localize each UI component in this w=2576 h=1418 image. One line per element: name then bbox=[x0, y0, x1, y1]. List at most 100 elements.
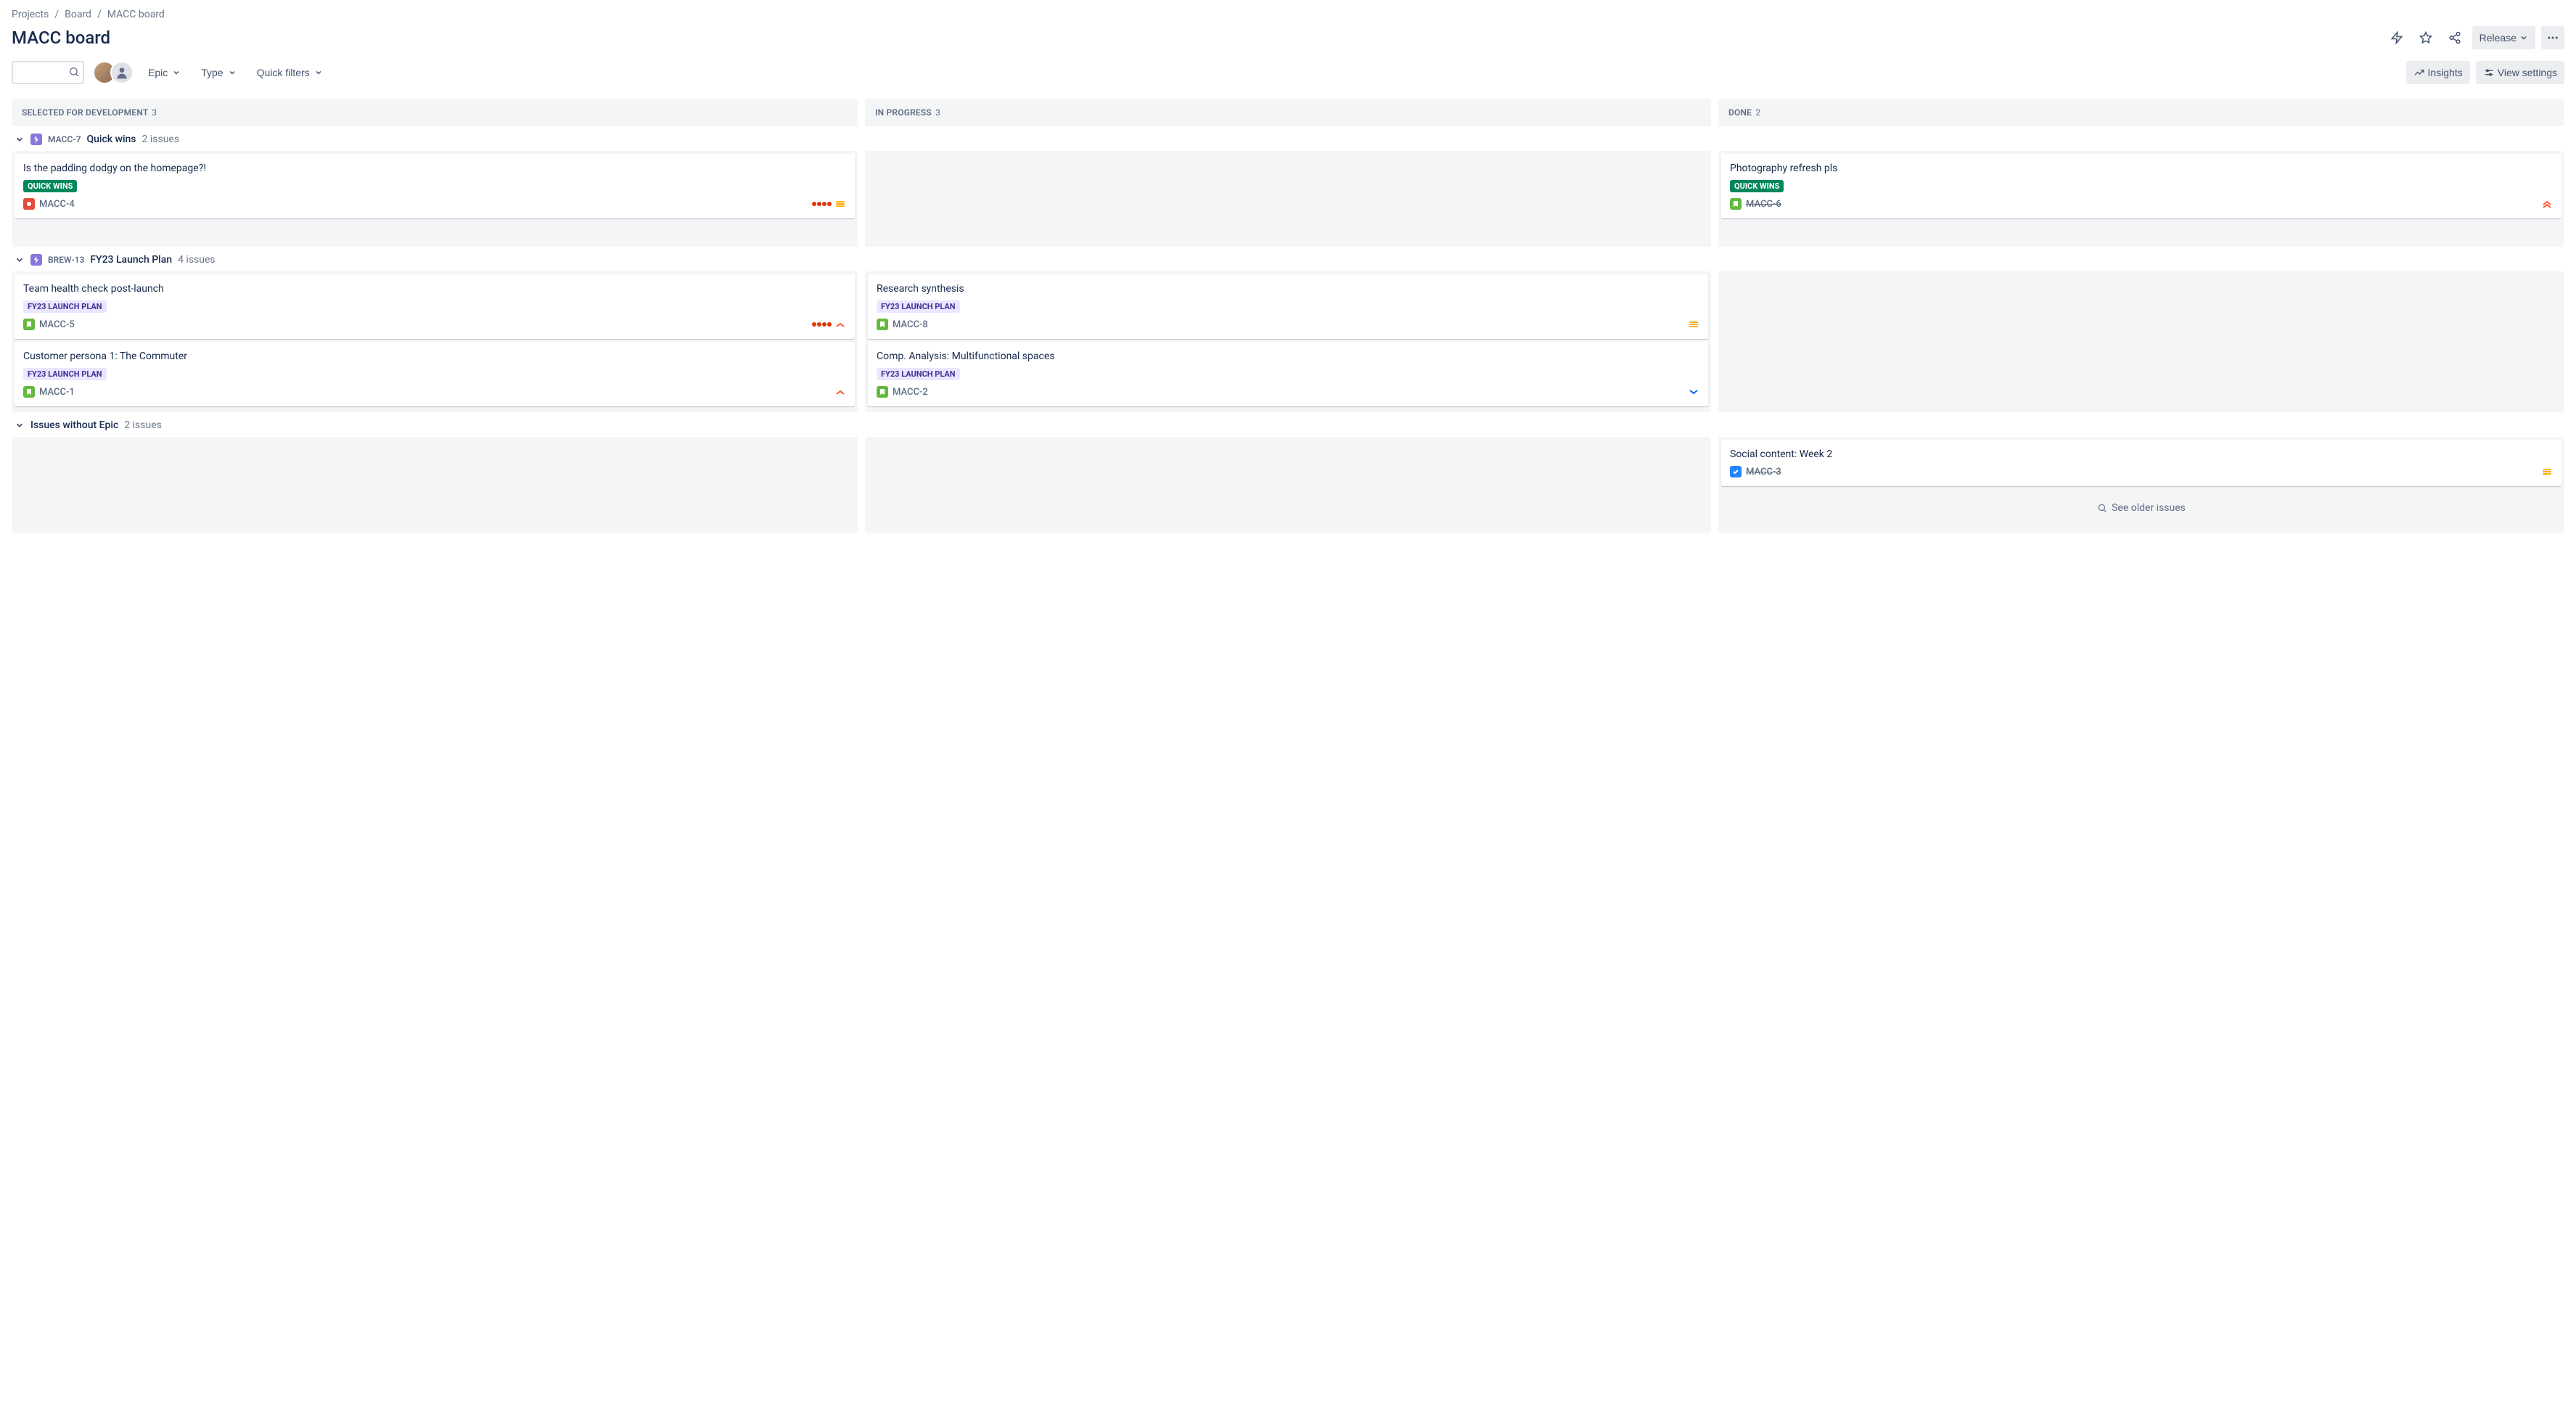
swimlane-body: Team health check post-launch FY23 LAUNC… bbox=[12, 271, 2564, 412]
insights-button[interactable]: Insights bbox=[2406, 61, 2470, 84]
epic-filter[interactable]: Epic bbox=[142, 61, 186, 84]
insights-icon bbox=[2413, 67, 2425, 78]
swimlane-body: Social content: Week 2 MACC-3 See older … bbox=[12, 437, 2564, 533]
issue-card[interactable]: Research synthesis FY23 LAUNCH PLAN MACC… bbox=[868, 274, 1708, 339]
view-settings-button[interactable]: View settings bbox=[2476, 61, 2564, 84]
card-title: Comp. Analysis: Multifunctional spaces bbox=[877, 351, 1699, 362]
epic-tag[interactable]: FY23 LAUNCH PLAN bbox=[23, 300, 107, 313]
epic-tag[interactable]: FY23 LAUNCH PLAN bbox=[23, 368, 107, 380]
breadcrumb-separator: / bbox=[97, 9, 102, 20]
column-header-inprogress[interactable]: In Progress 3 bbox=[865, 99, 1711, 126]
release-button[interactable]: Release bbox=[2472, 26, 2535, 49]
priority-medium-icon bbox=[2541, 466, 2553, 478]
column-header-selected[interactable]: Selected for Development 3 bbox=[12, 99, 858, 126]
swimlane-issue-count: 2 issues bbox=[124, 419, 162, 431]
share-icon[interactable] bbox=[2443, 26, 2466, 49]
swimlane-column[interactable]: Research synthesis FY23 LAUNCH PLAN MACC… bbox=[865, 271, 1711, 412]
avatar-unassigned[interactable] bbox=[110, 61, 134, 84]
column-header-done[interactable]: Done 2 bbox=[1718, 99, 2564, 126]
swimlane-column[interactable]: Social content: Week 2 MACC-3 See older … bbox=[1718, 437, 2564, 533]
collapse-toggle[interactable] bbox=[15, 134, 25, 144]
swimlane-body: Is the padding dodgy on the homepage?! Q… bbox=[12, 151, 2564, 247]
bug-icon bbox=[23, 198, 35, 210]
story-icon bbox=[23, 319, 35, 330]
epic-tag[interactable]: FY23 LAUNCH PLAN bbox=[877, 300, 960, 313]
swimlane-title: Quick wins bbox=[86, 134, 136, 145]
see-older-issues[interactable]: See older issues bbox=[1721, 489, 2561, 527]
story-icon bbox=[1730, 198, 1742, 210]
issue-card[interactable]: Customer persona 1: The Commuter FY23 LA… bbox=[15, 342, 855, 406]
issue-card[interactable]: Photography refresh pls QUICK WINS MACC-… bbox=[1721, 154, 2561, 218]
days-in-column-dots bbox=[812, 202, 832, 206]
sliders-icon bbox=[2483, 67, 2495, 78]
epic-tag[interactable]: QUICK WINS bbox=[23, 180, 77, 192]
swimlane-title: Issues without Epic bbox=[30, 419, 118, 431]
type-filter[interactable]: Type bbox=[195, 61, 242, 84]
epic-tag[interactable]: FY23 LAUNCH PLAN bbox=[877, 368, 960, 380]
priority-high-icon bbox=[834, 319, 846, 330]
task-icon bbox=[1730, 466, 1742, 478]
swimlane-column[interactable]: Is the padding dodgy on the homepage?! Q… bbox=[12, 151, 858, 247]
swimlane-column[interactable] bbox=[12, 437, 858, 533]
story-icon bbox=[23, 386, 35, 398]
card-title: Research synthesis bbox=[877, 283, 1699, 295]
issue-key[interactable]: MACC-4 bbox=[39, 199, 75, 210]
priority-medium-icon bbox=[1688, 319, 1699, 330]
issue-key[interactable]: MACC-5 bbox=[39, 319, 75, 330]
epic-tag[interactable]: QUICK WINS bbox=[1730, 180, 1784, 192]
issue-card[interactable]: Team health check post-launch FY23 LAUNC… bbox=[15, 274, 855, 339]
quick-filters[interactable]: Quick filters bbox=[251, 61, 329, 84]
swimlane-title: FY23 Launch Plan bbox=[90, 254, 172, 266]
collapse-toggle[interactable] bbox=[15, 420, 25, 430]
assignee-avatars bbox=[93, 61, 134, 84]
card-title: Social content: Week 2 bbox=[1730, 448, 2553, 460]
issue-key[interactable]: MACC-3 bbox=[1746, 467, 1781, 478]
chevron-down-icon bbox=[2519, 33, 2528, 42]
collapse-toggle[interactable] bbox=[15, 255, 25, 265]
swimlane-header[interactable]: MACC-7 Quick wins 2 issues bbox=[12, 126, 2564, 151]
swimlane-column[interactable] bbox=[865, 437, 1711, 533]
issue-card[interactable]: Comp. Analysis: Multifunctional spaces F… bbox=[868, 342, 1708, 406]
issue-key[interactable]: MACC-6 bbox=[1746, 199, 1781, 210]
swimlane-column[interactable] bbox=[1718, 271, 2564, 412]
breadcrumb-projects[interactable]: Projects bbox=[12, 9, 49, 20]
breadcrumb: Projects / Board / MACC board bbox=[12, 9, 2564, 20]
priority-low-icon bbox=[1688, 386, 1699, 398]
breadcrumb-board[interactable]: Board bbox=[65, 9, 91, 20]
swimlane-column[interactable] bbox=[865, 151, 1711, 247]
star-icon[interactable] bbox=[2414, 26, 2437, 49]
priority-high-icon bbox=[834, 386, 846, 398]
swimlane-issue-count: 2 issues bbox=[142, 134, 180, 145]
card-title: Photography refresh pls bbox=[1730, 163, 2553, 174]
swimlane-header[interactable]: Issues without Epic 2 issues bbox=[12, 412, 2564, 437]
epic-icon bbox=[30, 254, 42, 266]
issue-card[interactable]: Social content: Week 2 MACC-3 bbox=[1721, 440, 2561, 486]
search-container bbox=[12, 61, 84, 84]
card-title: Customer persona 1: The Commuter bbox=[23, 351, 846, 362]
story-icon bbox=[877, 386, 888, 398]
breadcrumb-macc-board[interactable]: MACC board bbox=[107, 9, 165, 20]
issue-key[interactable]: MACC-2 bbox=[893, 387, 928, 398]
chevron-down-icon bbox=[314, 68, 323, 77]
days-in-column-dots bbox=[812, 322, 832, 327]
priority-highest-icon bbox=[2541, 198, 2553, 210]
swimlane-epic-key[interactable]: MACC-7 bbox=[48, 134, 81, 144]
swimlane-header[interactable]: BREW-13 FY23 Launch Plan 4 issues bbox=[12, 247, 2564, 271]
search-icon bbox=[68, 66, 80, 78]
chevron-down-icon bbox=[228, 68, 237, 77]
more-icon[interactable] bbox=[2541, 26, 2564, 49]
board-columns-header-row: Selected for Development 3 In Progress 3… bbox=[12, 99, 2564, 126]
swimlane-column[interactable]: Photography refresh pls QUICK WINS MACC-… bbox=[1718, 151, 2564, 247]
automation-icon[interactable] bbox=[2385, 26, 2408, 49]
swimlane-epic-key[interactable]: BREW-13 bbox=[48, 255, 84, 265]
card-title: Team health check post-launch bbox=[23, 283, 846, 295]
card-title: Is the padding dodgy on the homepage?! bbox=[23, 163, 846, 174]
priority-medium-icon bbox=[834, 198, 846, 210]
page-title: MACC board bbox=[12, 28, 110, 48]
story-icon bbox=[877, 319, 888, 330]
epic-icon bbox=[30, 134, 42, 145]
issue-card[interactable]: Is the padding dodgy on the homepage?! Q… bbox=[15, 154, 855, 218]
swimlane-column[interactable]: Team health check post-launch FY23 LAUNC… bbox=[12, 271, 858, 412]
issue-key[interactable]: MACC-8 bbox=[893, 319, 928, 330]
issue-key[interactable]: MACC-1 bbox=[39, 387, 75, 398]
